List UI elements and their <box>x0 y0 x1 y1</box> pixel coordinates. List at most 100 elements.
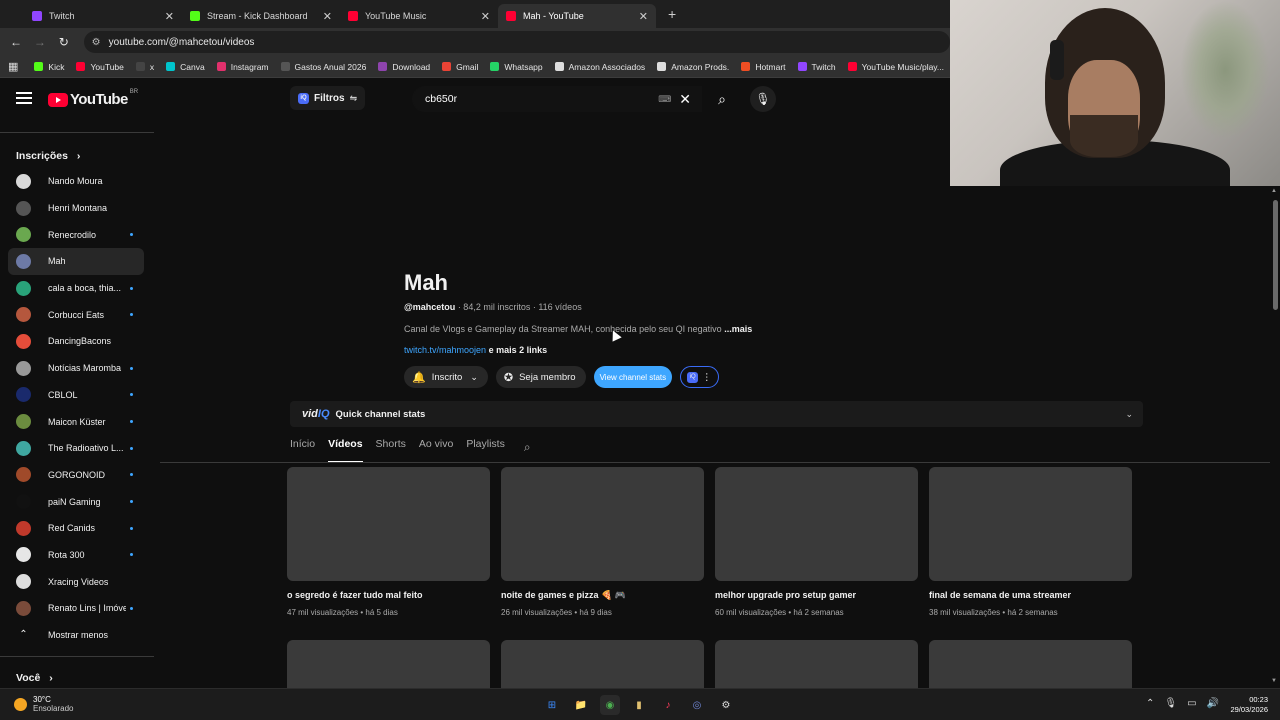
sidebar-subscription-item[interactable]: DancingBacons <box>8 328 144 355</box>
vidiq-quick-stats-bar[interactable]: vidIQ Quick channel stats ⌄ <box>290 401 1143 427</box>
bookmark-item[interactable]: Hotmart <box>741 62 786 72</box>
bookmark-item[interactable]: YouTube Music/play... <box>847 62 944 72</box>
microphone-icon[interactable]: 🎙 <box>1164 698 1177 709</box>
video-thumbnail[interactable] <box>287 467 490 581</box>
file-explorer-icon[interactable]: 📁 <box>571 695 591 715</box>
bookmark-item[interactable]: Amazon Associados <box>554 62 645 72</box>
capcut-icon[interactable]: ♪ <box>658 695 678 715</box>
video-title[interactable]: final de semana de uma streamer <box>929 590 1071 600</box>
sidebar-subscription-item[interactable]: Xracing Videos <box>8 568 144 595</box>
close-tab-icon[interactable]: ✕ <box>481 10 490 23</box>
bookmark-item[interactable]: Instagram <box>216 62 269 72</box>
bookmark-item[interactable]: Kick <box>34 62 64 72</box>
new-content-dot <box>130 286 133 290</box>
sidebar-subscription-item[interactable]: Mah <box>8 248 144 275</box>
bookmark-item[interactable]: Gmail <box>442 62 478 72</box>
bookmark-item[interactable]: Amazon Prods. <box>657 62 729 72</box>
sidebar-subscription-item[interactable]: Renato Lins | Imóve... <box>8 595 144 622</box>
address-bar[interactable]: ⚙ youtube.com/@mahcetou/videos <box>83 31 950 53</box>
clear-search-icon[interactable]: ✕ <box>679 91 691 108</box>
video-thumbnail[interactable] <box>501 467 704 581</box>
sidebar-subscription-item[interactable]: Red Canids <box>8 515 144 542</box>
sidebar-subscription-item[interactable]: cala a boca, thia... <box>8 275 144 302</box>
close-tab-icon[interactable]: ✕ <box>323 10 332 23</box>
weather-widget[interactable]: 30°C Ensolarado <box>14 695 73 713</box>
sidebar-subscription-item[interactable]: Rota 300 <box>8 542 144 569</box>
settings-icon[interactable]: ⚙ <box>716 695 736 715</box>
video-title[interactable]: noite de games e pizza 🍕 🎮 <box>501 590 626 601</box>
sidebar-subscription-item[interactable]: Henri Montana <box>8 195 144 222</box>
discord-icon[interactable]: ◎ <box>687 695 707 715</box>
video-title[interactable]: o segredo é fazer tudo mal feito <box>287 590 423 600</box>
channel-description[interactable]: Canal de Vlogs e Gameplay da Streamer MA… <box>404 324 752 334</box>
you-section-heading[interactable]: Você › <box>16 672 53 684</box>
scroll-down-icon[interactable]: ▼ <box>1271 678 1277 684</box>
browser-tab[interactable]: Mah - YouTube ✕ <box>498 4 656 28</box>
back-icon[interactable]: ← <box>4 35 28 49</box>
apps-grid-icon[interactable]: ▦ <box>8 60 18 73</box>
twitch-link[interactable]: twitch.tv/mahmoojen <box>404 345 486 355</box>
video-thumbnail[interactable] <box>715 467 918 581</box>
forward-icon[interactable]: → <box>28 35 52 49</box>
subscribed-button[interactable]: 🔔 Inscrito ⌄ <box>404 366 488 388</box>
close-tab-icon[interactable]: ✕ <box>165 10 174 23</box>
channel-tab[interactable]: Ao vivo <box>419 438 453 460</box>
bookmark-favicon-icon <box>135 62 145 71</box>
sidebar-subscription-item[interactable]: Nando Moura <box>8 168 144 195</box>
channel-tab[interactable]: Shorts <box>376 438 406 460</box>
scrollbar-thumb[interactable] <box>1273 200 1278 310</box>
bookmark-item[interactable]: YouTube <box>76 62 124 72</box>
bookmark-item[interactable]: Gastos Anual 2026 <box>280 62 366 72</box>
bookmark-item[interactable]: Download <box>378 62 430 72</box>
bookmark-item[interactable]: x <box>135 62 154 72</box>
scroll-up-icon[interactable]: ▲ <box>1271 188 1277 194</box>
view-channel-stats-button[interactable]: View channel stats <box>593 366 673 388</box>
channel-tab[interactable]: Vídeos <box>328 438 363 463</box>
site-info-icon[interactable]: ⚙ <box>92 37 101 48</box>
bookmark-item[interactable]: Whatsapp <box>490 62 543 72</box>
search-icon[interactable]: ⌕ <box>524 440 531 455</box>
more-links[interactable]: e mais 2 links <box>489 345 548 355</box>
sidebar-subscription-item[interactable]: Maicon Küster <box>8 408 144 435</box>
channel-tab[interactable]: Início <box>290 438 315 460</box>
volume-icon[interactable]: 🔊 <box>1207 698 1219 709</box>
page-scrollbar[interactable]: ▲ ▼ <box>1270 186 1280 688</box>
sidebar-subscription-item[interactable]: Renecrodilo <box>8 221 144 248</box>
join-button[interactable]: ✪ Seja membro <box>495 366 586 388</box>
chevron-down-icon[interactable]: ⌄ <box>1125 409 1133 420</box>
chevron-up-icon[interactable]: ⌃ <box>1146 698 1154 709</box>
chrome-icon[interactable]: ◉ <box>600 695 620 715</box>
browser-tab[interactable]: Stream - Kick Dashboard ✕ <box>182 4 340 28</box>
sidebar-subscription-item[interactable]: CBLOL <box>8 382 144 409</box>
browser-tab[interactable]: YouTube Music ✕ <box>340 4 498 28</box>
close-tab-icon[interactable]: ✕ <box>639 10 648 23</box>
more-link[interactable]: ...mais <box>724 324 752 334</box>
bookmark-item[interactable]: Canva <box>166 62 205 72</box>
app-icon[interactable]: ▮ <box>629 695 649 715</box>
reload-icon[interactable]: ↻ <box>52 35 76 49</box>
windows-start-icon[interactable]: ⊞ <box>542 695 562 715</box>
search-button[interactable]: ⌕ <box>702 86 742 112</box>
bookmark-item[interactable]: Twitch <box>797 62 836 72</box>
sidebar-subscription-item[interactable]: The Radioativo L... <box>8 435 144 462</box>
voice-search-button[interactable]: 🎙 <box>750 86 776 112</box>
sidebar-subscription-item[interactable]: paiN Gaming <box>8 488 144 515</box>
menu-icon[interactable] <box>16 92 32 107</box>
sidebar-subscription-item[interactable]: GORGONOID <box>8 462 144 489</box>
youtube-logo[interactable]: YouTube BR <box>48 89 138 108</box>
channel-tab[interactable]: Playlists <box>466 438 505 460</box>
vidiq-menu-button[interactable]: iQ ⋮ <box>680 366 719 388</box>
clock[interactable]: 00:23 29/03/2026 <box>1226 695 1268 715</box>
sidebar-subscription-item[interactable]: Corbucci Eats <box>8 301 144 328</box>
video-thumbnail[interactable] <box>929 467 1132 581</box>
browser-tab[interactable]: Twitch ✕ <box>24 4 182 28</box>
keyboard-icon[interactable]: ⌨ <box>658 94 671 105</box>
sidebar-subscription-item[interactable]: Notícias Maromba <box>8 355 144 382</box>
video-title[interactable]: melhor upgrade pro setup gamer <box>715 590 856 600</box>
subscriptions-heading[interactable]: Inscrições › <box>16 150 80 162</box>
show-less-button[interactable]: ⌃ Mostrar menos <box>8 622 144 648</box>
new-tab-button[interactable]: + <box>668 6 676 22</box>
filters-button[interactable]: iQ Filtros ⇋ <box>290 86 366 110</box>
search-input[interactable]: cb650r ⌨ ✕ <box>412 86 702 112</box>
display-icon[interactable]: ▭ <box>1187 698 1196 709</box>
